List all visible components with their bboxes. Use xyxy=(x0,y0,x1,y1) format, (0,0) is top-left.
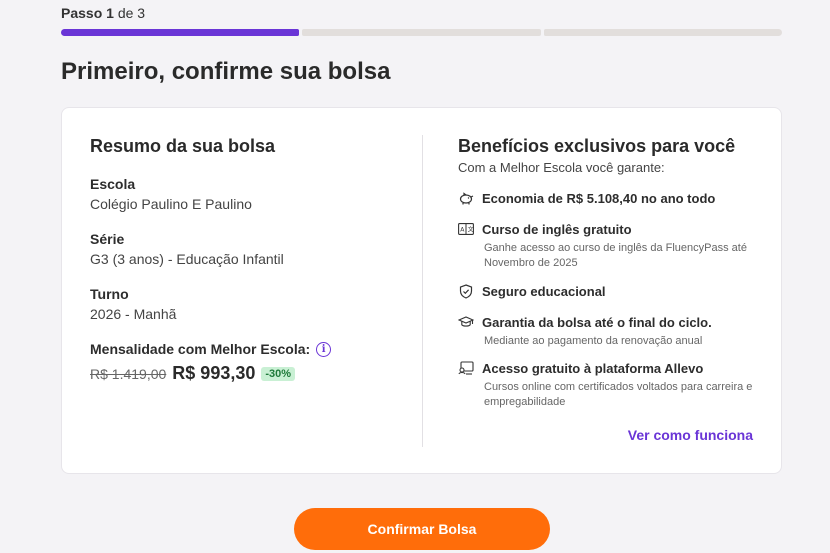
benefits-subtitle: Com a Melhor Escola você garante: xyxy=(458,160,665,175)
new-price: R$ 993,30 xyxy=(172,363,256,383)
benefit-title: Economia de R$ 5.108,40 no ano todo xyxy=(482,190,716,206)
shift-value: 2026 - Manhã xyxy=(90,306,177,322)
benefit-description: Mediante ao pagamento da renovação anual xyxy=(484,335,703,347)
school-label: Escola xyxy=(90,176,136,192)
grade-field: Série G3 (3 anos) - Educação Infantil xyxy=(90,231,390,267)
discount-badge: -30% xyxy=(261,366,296,381)
benefit-item: Garantia da bolsa até o final do ciclo. … xyxy=(458,314,758,349)
info-icon[interactable]: i xyxy=(316,341,332,357)
shift-label: Turno xyxy=(90,286,129,302)
price-field: Mensalidade com Melhor Escola: i R$ 1.41… xyxy=(90,341,390,384)
piggy-bank-icon xyxy=(458,190,474,206)
benefit-title: Garantia da bolsa até o final do ciclo. xyxy=(482,314,712,330)
shift-field: Turno 2026 - Manhã xyxy=(90,286,176,322)
progress-segment-3 xyxy=(543,29,782,36)
scholarship-card: Resumo da sua bolsa Escola Colégio Pauli… xyxy=(61,107,782,474)
how-it-works-link[interactable]: Ver como funciona xyxy=(628,427,753,443)
price-label-row: Mensalidade com Melhor Escola: i xyxy=(90,341,390,357)
benefit-description: Ganhe acesso ao curso de inglês da Fluen… xyxy=(484,242,747,269)
benefits-column: Benefícios exclusivos para você Com a Me… xyxy=(458,136,758,408)
old-price: R$ 1.419,00 xyxy=(90,365,167,382)
online-course-icon xyxy=(458,360,474,376)
grade-value: G3 (3 anos) - Educação Infantil xyxy=(90,251,284,267)
progress-bar xyxy=(61,29,782,36)
summary-column: Resumo da sua bolsa Escola Colégio Pauli… xyxy=(90,136,390,383)
price-label: Mensalidade com Melhor Escola: xyxy=(90,341,311,357)
benefit-item: Acesso gratuito à plataforma Allevo Curs… xyxy=(458,360,758,410)
step-indicator: Passo 1 de 3 xyxy=(61,5,145,21)
benefit-title: Seguro educacional xyxy=(482,283,606,299)
school-value: Colégio Paulino E Paulino xyxy=(90,196,252,212)
progress-segment-2 xyxy=(302,29,541,36)
step-word: Passo xyxy=(61,5,103,21)
school-field: Escola Colégio Paulino E Paulino xyxy=(90,176,252,212)
summary-title: Resumo da sua bolsa xyxy=(90,136,276,156)
benefit-title: Acesso gratuito à plataforma Allevo xyxy=(482,360,704,376)
column-divider xyxy=(422,135,423,447)
benefit-item: Economia de R$ 5.108,40 no ano todo xyxy=(458,190,758,206)
shield-icon xyxy=(458,283,474,299)
benefit-item: A文 Curso de inglês gratuito Ganhe acesso… xyxy=(458,221,758,271)
grade-label: Série xyxy=(90,231,125,247)
price-row: R$ 1.419,00 R$ 993,30 -30% xyxy=(90,363,390,384)
graduation-cap-icon xyxy=(458,314,474,330)
svg-text:文: 文 xyxy=(468,226,474,234)
page-title: Primeiro, confirme sua bolsa xyxy=(61,58,391,85)
translate-icon: A文 xyxy=(458,221,474,237)
benefits-title: Benefícios exclusivos para você xyxy=(458,136,736,156)
step-current: 1 xyxy=(106,5,114,21)
progress-segment-1 xyxy=(61,29,300,36)
benefit-item: Seguro educacional xyxy=(458,283,758,299)
benefit-description: Cursos online com certificados voltados … xyxy=(484,381,753,408)
benefit-title: Curso de inglês gratuito xyxy=(482,221,632,237)
step-total: de 3 xyxy=(117,5,146,21)
svg-text:A: A xyxy=(460,227,465,234)
confirm-scholarship-button[interactable]: Confirmar Bolsa xyxy=(294,508,550,550)
